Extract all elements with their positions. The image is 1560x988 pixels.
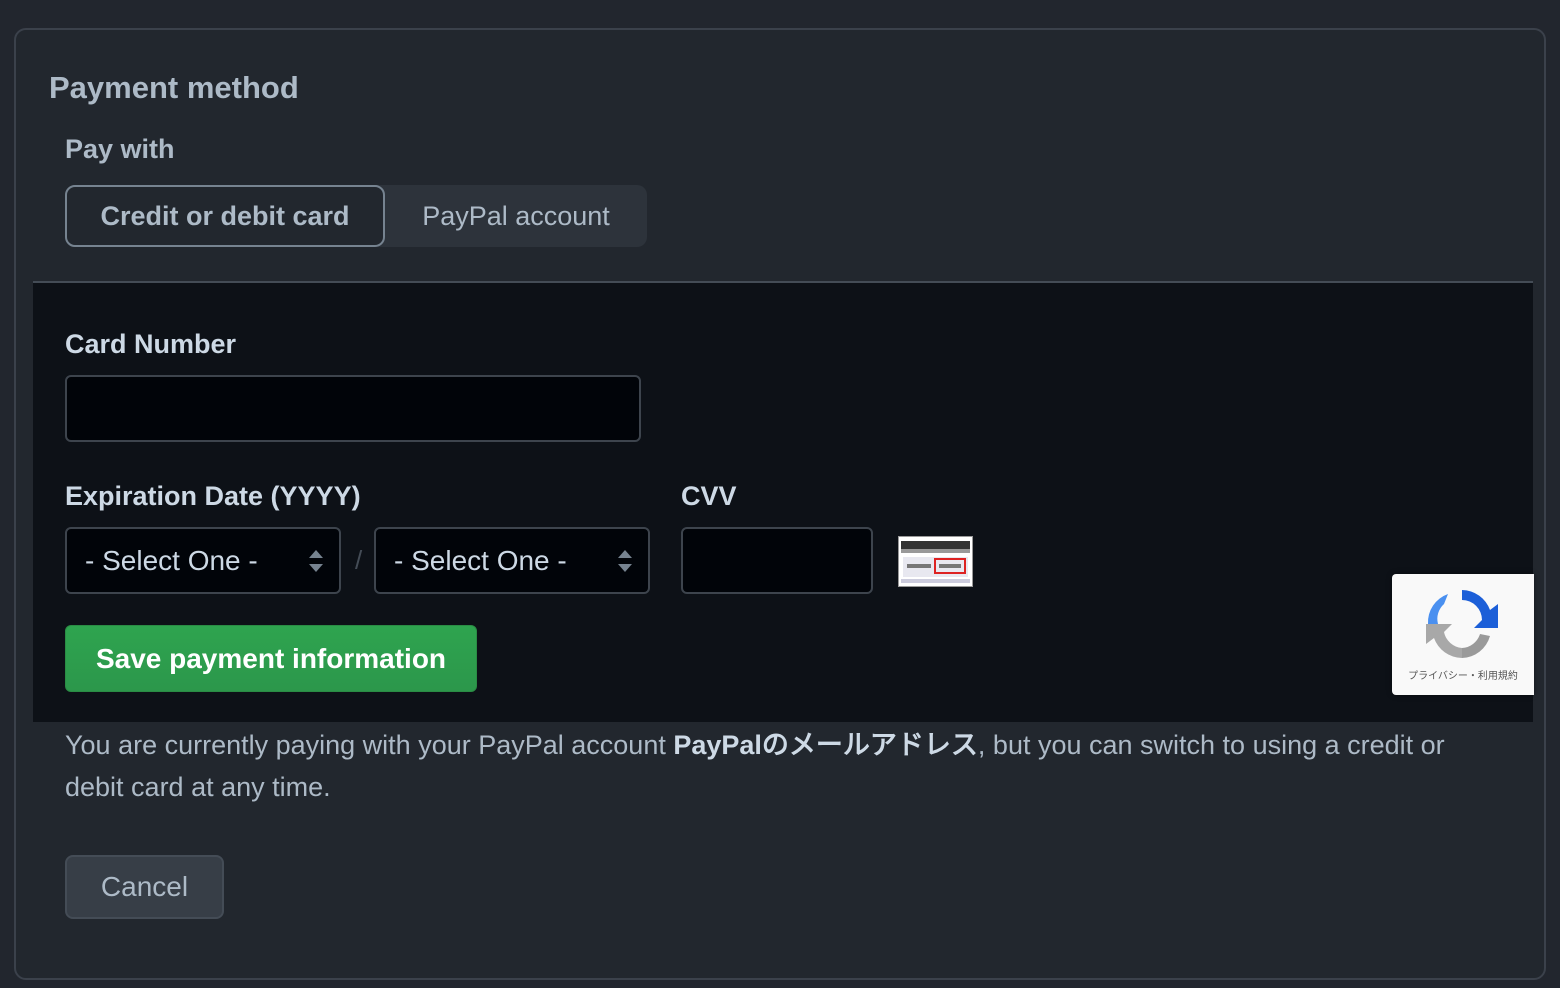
expiration-date-label: Expiration Date (YYYY) [65,481,361,511]
recaptcha-icon [1426,590,1498,658]
expiration-month-select[interactable]: - Select One - [65,527,341,594]
expiration-year-select[interactable]: - Select One - [374,527,650,594]
card-form: Card Number Expiration Date (YYYY) - Sel… [33,281,1534,722]
recaptcha-badge[interactable]: プライバシー・利用規約 [1392,574,1534,695]
paypal-email: PayPalのメールアドレス [673,730,978,760]
cancel-button[interactable]: Cancel [65,855,224,919]
recaptcha-links[interactable]: プライバシー・利用規約 [1392,667,1534,682]
cvv-card-back-icon [898,536,973,587]
paypal-option[interactable]: PayPal account [387,185,645,247]
select-arrows-icon [618,550,632,572]
pay-with-label: Pay with [65,134,175,164]
expiration-month-value: - Select One - [85,545,258,576]
card-number-input[interactable] [65,375,641,442]
select-arrows-icon [309,550,323,572]
cvv-input[interactable] [681,527,873,594]
expiration-year-value: - Select One - [394,545,567,576]
cvv-label: CVV [681,481,737,511]
payment-method-panel: Payment method Pay with Credit or debit … [14,28,1546,980]
date-separator: / [355,545,363,575]
payment-type-toggle: Credit or debit card PayPal account [65,185,647,247]
save-payment-button[interactable]: Save payment information [65,625,477,692]
credit-card-option[interactable]: Credit or debit card [65,185,385,247]
page-title: Payment method [49,70,299,105]
paypal-info-text: You are currently paying with your PayPa… [65,724,1485,808]
card-number-label: Card Number [65,329,237,359]
info-prefix: You are currently paying with your PayPa… [65,730,674,760]
